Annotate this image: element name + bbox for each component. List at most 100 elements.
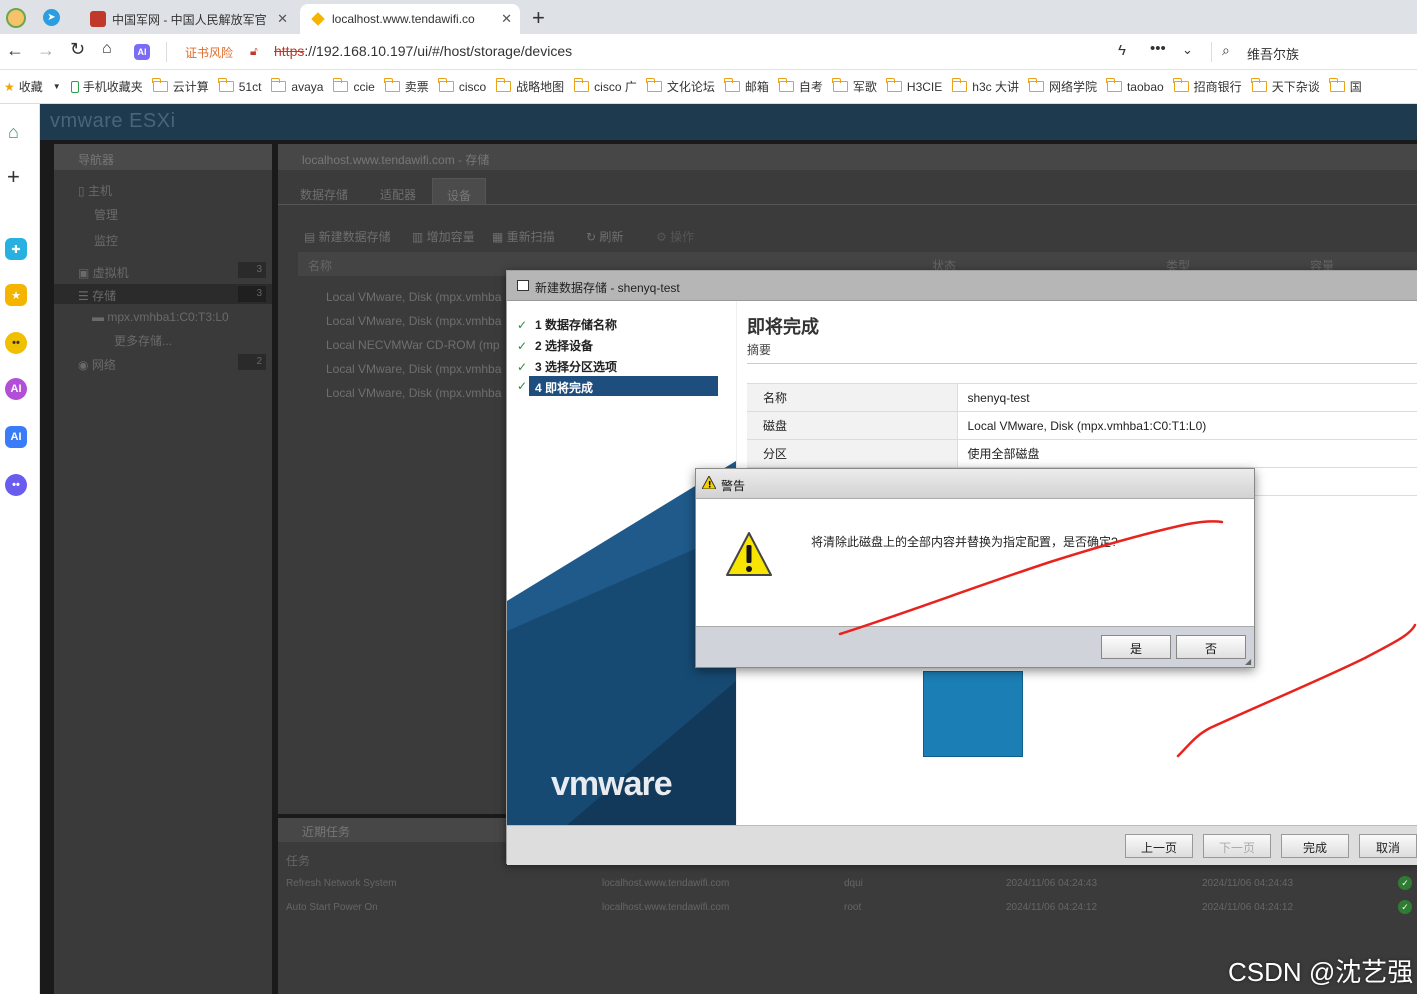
home-icon[interactable]: ⌂ [102, 40, 112, 58]
nav-manage[interactable]: 管理 [94, 206, 118, 223]
success-check-icon: ✓ [1398, 876, 1412, 890]
insecure-lock-icon[interactable]: 🔓︎ [250, 44, 258, 59]
nav-network[interactable]: ◉ 网络 [78, 356, 116, 373]
bookmark-folder[interactable]: avaya [270, 78, 323, 94]
tab-adapters[interactable]: 适配器 [380, 186, 416, 203]
nav-monitor[interactable]: 监控 [94, 232, 118, 249]
new-datastore-button[interactable]: ▤ 新建数据存储 [304, 228, 391, 245]
nav-storage[interactable]: ☰ 存储 [78, 287, 116, 304]
yes-button[interactable]: 是 [1101, 635, 1171, 659]
bookmark-folder[interactable]: 战略地图 [495, 78, 564, 95]
profile-avatar-icon[interactable] [6, 8, 26, 28]
table-row[interactable]: Local VMware, Disk (mpx.vmhba [326, 314, 501, 328]
wizard-step-1[interactable]: ✓ 1 数据存储名称 [517, 313, 717, 333]
table-row[interactable]: Refresh Network System localhost.www.ten… [278, 874, 1417, 896]
reload-icon[interactable]: ↻ [70, 39, 85, 60]
bookmark-folder[interactable]: 天下杂谈 [1251, 78, 1320, 95]
finish-button[interactable]: 完成 [1281, 834, 1349, 858]
chevron-down-icon[interactable]: ⌄ [1182, 42, 1193, 58]
bookmark-folder[interactable]: H3CIE [886, 78, 942, 94]
app-puzzle-icon[interactable]: ✚ [5, 238, 27, 260]
bookmark-folder[interactable]: taobao [1106, 78, 1164, 94]
nav-more-storage[interactable]: 更多存储... [114, 332, 172, 349]
increase-capacity-button[interactable]: ▥ 增加容量 [412, 228, 475, 245]
bookmark-folder[interactable]: 51ct [218, 78, 261, 94]
bookmark-folder[interactable]: 招商银行 [1173, 78, 1242, 95]
esxi-brand: vmware ESXi [50, 110, 176, 132]
tab-military-news[interactable]: 中国军网 - 中国人民解放军官 ✕ [80, 4, 296, 34]
folder-icon [724, 78, 740, 92]
url-scheme: https [274, 43, 305, 59]
browser-toolbar: ← → ↻ ⌂ AI 证书风险 🔓︎ https://192.168.10.19… [0, 34, 1417, 70]
table-row[interactable]: Local VMware, Disk (mpx.vmhba [326, 362, 501, 376]
next-button[interactable]: 下一页 [1203, 834, 1271, 858]
wizard-step-3[interactable]: ✓ 3 选择分区选项 [517, 355, 717, 375]
bookmark-folder[interactable]: 邮箱 [724, 78, 769, 95]
bookmark-folder[interactable]: cisco 广 [573, 78, 637, 95]
col-name[interactable]: 名称 [308, 257, 332, 274]
bookmark-folder[interactable]: 军歌 [832, 78, 877, 95]
back-button[interactable]: 上一页 [1125, 834, 1193, 858]
home-icon[interactable]: ⌂ [8, 122, 19, 143]
folder-icon [573, 78, 590, 92]
nav-device[interactable]: ▬ mpx.vmhba1:C0:T3:L0 [92, 310, 229, 324]
cancel-button[interactable]: 取消 [1359, 834, 1417, 858]
cert-warning-label[interactable]: 证书风险 [185, 44, 233, 61]
table-row[interactable]: Local VMware, Disk (mpx.vmhba [326, 386, 501, 400]
back-icon[interactable]: ← [6, 40, 24, 61]
folder-icon [951, 78, 968, 92]
bookmark-folder[interactable]: 网络学院 [1028, 78, 1097, 95]
table-row[interactable]: Local NECVMWar CD-ROM (mp [326, 338, 500, 352]
resize-grip-icon[interactable]: ◢ [1245, 657, 1251, 666]
nav-vms[interactable]: ▣ 虚拟机 [78, 264, 129, 281]
col-task[interactable]: 任务 [286, 852, 310, 869]
capacity-icon: ▥ [412, 230, 427, 244]
table-row: 分区 使用全部磁盘 [747, 439, 1417, 468]
forward-icon[interactable]: → [37, 40, 55, 61]
vmware-logo: vmware [551, 765, 673, 803]
tab-devices[interactable]: 设备 [432, 178, 486, 204]
star-icon: ★ [4, 79, 15, 94]
dropdown-icon: ▼ [52, 82, 61, 91]
actions-button[interactable]: ⚙ 操作 [656, 228, 694, 245]
tab-datastores[interactable]: 数据存储 [300, 186, 348, 203]
folder-icon [1251, 78, 1267, 92]
chat-bot-icon[interactable]: •• [5, 474, 27, 496]
table-row[interactable]: Local VMware, Disk (mpx.vmhba [326, 290, 501, 304]
rescan-button[interactable]: ▦ 重新扫描 [492, 228, 555, 245]
bookmark-folder[interactable]: 文化论坛 [646, 78, 715, 95]
bookmark-folder[interactable]: 云计算 [152, 78, 209, 95]
telegram-icon[interactable]: ➤ [43, 9, 60, 26]
bookmark-folder[interactable]: 自考 [778, 78, 823, 95]
more-icon[interactable]: ••• [1150, 40, 1166, 57]
close-tab-icon[interactable]: ✕ [501, 11, 512, 27]
plus-icon[interactable]: + [7, 164, 20, 190]
ai-icon[interactable]: AI [5, 426, 27, 448]
ai-assistant-icon[interactable]: AI [134, 44, 150, 60]
lightning-icon[interactable]: ϟ [1118, 42, 1126, 59]
table-row[interactable]: Auto Start Power On localhost.www.tendaw… [278, 898, 1417, 920]
bookmark-folder[interactable]: 卖票 [384, 78, 429, 95]
new-datastore-icon: ▤ [304, 230, 319, 244]
plus-icon[interactable]: + [532, 5, 545, 31]
bookmark-favorites[interactable]: ★ 收藏 ▼ [4, 78, 61, 95]
close-tab-icon[interactable]: ✕ [277, 11, 288, 27]
no-button[interactable]: 否 [1176, 635, 1246, 659]
bookmark-folder[interactable]: ccie [332, 78, 375, 94]
warning-icon [726, 532, 772, 576]
refresh-button[interactable]: ↻ 刷新 [586, 228, 623, 245]
bookmark-item[interactable]: 手机收藏夹 [70, 78, 143, 95]
address-bar[interactable]: https://192.168.10.197/ui/#/host/storage… [274, 43, 572, 59]
ai-writer-icon[interactable]: AI [5, 378, 27, 400]
bookmark-folder[interactable]: 国 [1329, 78, 1362, 95]
nav-host[interactable]: ▯ 主机 [78, 182, 112, 199]
bookmark-folder[interactable]: h3c 大讲 [951, 78, 1019, 95]
favorites-star-icon[interactable]: ★ [5, 284, 27, 306]
bot-icon[interactable]: •• [5, 332, 27, 354]
check-icon: ✓ [517, 318, 528, 332]
search-input[interactable]: 维吾尔族 [1247, 44, 1299, 63]
tab-esxi[interactable]: localhost.www.tendawifi.co ✕ [300, 4, 520, 34]
wizard-step-4[interactable]: 4 即将完成 [529, 376, 718, 396]
wizard-step-2[interactable]: ✓ 2 选择设备 [517, 334, 717, 354]
bookmark-folder[interactable]: cisco [438, 78, 486, 94]
